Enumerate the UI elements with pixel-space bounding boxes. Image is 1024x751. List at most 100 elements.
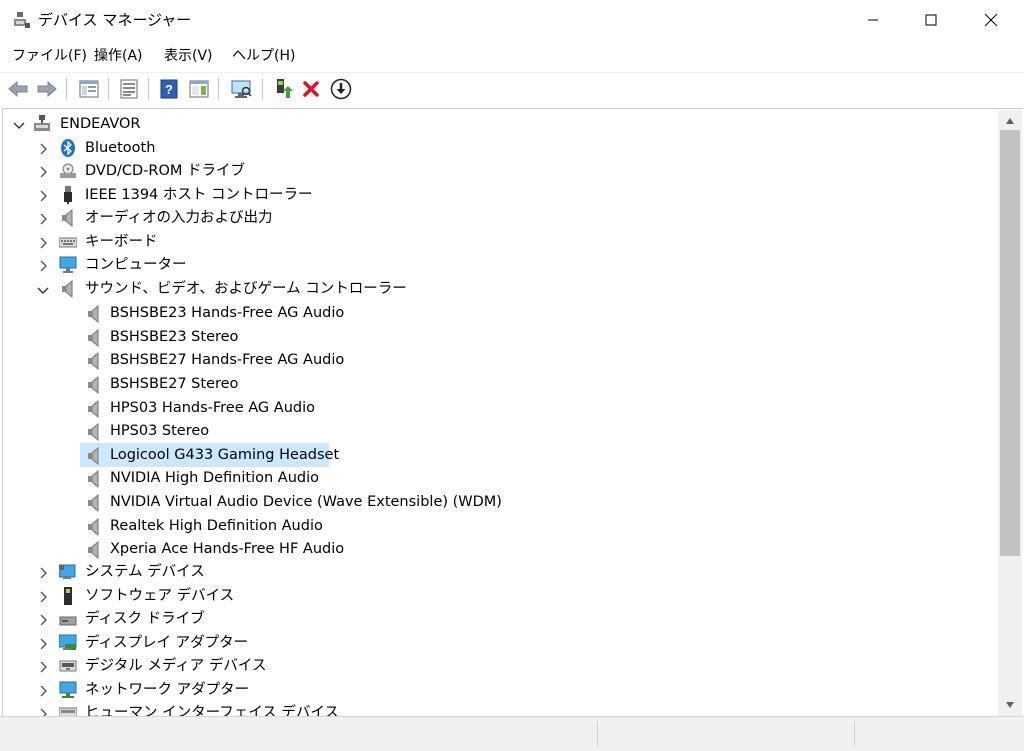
speaker-icon <box>88 494 99 512</box>
speaker-icon <box>62 280 73 298</box>
menu-action[interactable]: 操作(A) <box>94 46 143 66</box>
update-driver-button[interactable] <box>270 76 296 102</box>
bluetooth-icon <box>61 139 75 157</box>
category-label: コンピューター <box>85 257 187 273</box>
minimize-icon <box>868 19 878 21</box>
device-label: BSHSBE23 Hands-Free AG Audio <box>110 305 345 321</box>
chevron-right-icon[interactable] <box>37 143 49 155</box>
update-driver-icon <box>277 79 293 98</box>
scroll-up-icon <box>1006 118 1014 124</box>
category-label: デジタル メディア デバイス <box>85 658 267 674</box>
close-button[interactable] <box>968 0 1014 40</box>
device-label: Realtek High Definition Audio <box>110 518 323 534</box>
toolbar: ? <box>0 72 1024 105</box>
chevron-right-icon[interactable] <box>37 567 49 579</box>
category-label: ディスプレイ アダプター <box>85 635 249 651</box>
category-label: ネットワーク アダプター <box>85 682 250 698</box>
back-button[interactable] <box>5 76 31 102</box>
speaker-icon <box>88 352 99 370</box>
device-label: BSHSBE23 Stereo <box>110 329 239 345</box>
device-tree[interactable]: ENDEAVOR Bluetooth DVD/CD-ROM ドライブ IEEE … <box>2 108 1023 717</box>
chevron-right-icon[interactable] <box>37 614 49 626</box>
speaker-icon <box>88 470 99 488</box>
chevron-right-icon[interactable] <box>37 166 49 178</box>
speaker-icon <box>88 447 99 465</box>
title-bar[interactable]: デバイス マネージャー <box>0 0 1024 40</box>
chevron-right-icon[interactable] <box>37 661 49 673</box>
status-bar <box>0 716 1024 751</box>
download-install-button[interactable] <box>328 76 354 102</box>
speaker-icon <box>88 305 99 323</box>
chevron-right-icon[interactable] <box>37 190 49 202</box>
scroll-down-button[interactable] <box>1000 696 1020 714</box>
software-device-icon <box>64 587 72 605</box>
toolbar-separator <box>262 78 263 100</box>
properties-icon <box>120 79 138 99</box>
svg-text:?: ? <box>165 82 173 97</box>
chevron-right-icon[interactable] <box>37 213 49 225</box>
speaker-icon <box>88 400 99 418</box>
show-hide-console-tree-button[interactable] <box>76 76 102 102</box>
scrollbar-thumb[interactable] <box>1000 130 1020 556</box>
show-action-pane-icon <box>189 80 209 98</box>
chevron-down-icon[interactable] <box>13 119 25 131</box>
properties-button[interactable] <box>116 76 142 102</box>
category-label: オーディオの入力および出力 <box>85 210 273 226</box>
category-label: ヒューマン インターフェイス デバイス <box>85 705 339 717</box>
minimize-button[interactable] <box>850 0 896 40</box>
toolbar-separator <box>218 78 219 100</box>
category-label: サウンド、ビデオ、およびゲーム コントローラー <box>85 281 407 297</box>
forward-button[interactable] <box>34 76 60 102</box>
status-divider <box>597 721 598 747</box>
speaker-icon <box>88 423 99 441</box>
device-label: NVIDIA High Definition Audio <box>110 470 319 486</box>
scroll-up-button[interactable] <box>1000 112 1020 130</box>
speaker-icon <box>88 376 99 394</box>
close-icon <box>984 13 998 27</box>
system-devices-icon <box>59 564 76 579</box>
speaker-icon <box>88 518 99 536</box>
digital-media-icon <box>59 660 77 672</box>
category-label: システム デバイス <box>85 564 205 580</box>
status-divider <box>854 721 855 747</box>
device-label: BSHSBE27 Stereo <box>110 376 239 392</box>
category-label: IEEE 1394 ホスト コントローラー <box>85 187 313 203</box>
chevron-right-icon[interactable] <box>37 638 49 650</box>
menu-file[interactable]: ファイル(F) <box>12 46 87 66</box>
uninstall-device-button[interactable] <box>298 76 324 102</box>
download-install-icon <box>330 78 352 100</box>
chevron-down-icon[interactable] <box>37 284 49 296</box>
category-label: ソフトウェア デバイス <box>85 588 235 604</box>
help-button[interactable]: ? <box>156 76 182 102</box>
toolbar-separator <box>108 78 109 100</box>
device-label: HPS03 Stereo <box>110 423 210 439</box>
maximize-button[interactable] <box>908 0 954 40</box>
device-label: NVIDIA Virtual Audio Device (Wave Extens… <box>110 494 502 510</box>
show-action-pane-button[interactable] <box>186 76 212 102</box>
chevron-right-icon[interactable] <box>37 237 49 249</box>
chevron-right-icon[interactable] <box>37 591 49 603</box>
tree-root-label: ENDEAVOR <box>60 116 141 132</box>
category-label: キーボード <box>85 234 158 250</box>
device-label: Xperia Ace Hands-Free HF Audio <box>110 541 345 557</box>
network-adapter-icon <box>59 681 77 698</box>
computer-root-icon <box>34 115 50 131</box>
category-label: DVD/CD-ROM ドライブ <box>85 163 246 179</box>
help-icon: ? <box>160 79 178 99</box>
device-manager-window: デバイス マネージャー ファイル(F) 操作(A) 表示(V) ヘルプ(H) ?… <box>0 0 1024 751</box>
monitor-icon <box>59 256 77 273</box>
menu-view[interactable]: 表示(V) <box>164 46 213 66</box>
maximize-icon <box>925 14 937 26</box>
toolbar-separator <box>148 78 149 100</box>
speaker-icon <box>88 541 99 559</box>
menu-help[interactable]: ヘルプ(H) <box>232 46 295 66</box>
device-label: HPS03 Hands-Free AG Audio <box>110 400 315 416</box>
category-label: ディスク ドライブ <box>85 611 205 627</box>
chevron-right-icon[interactable] <box>37 685 49 697</box>
chevron-right-icon[interactable] <box>37 260 49 272</box>
window-title: デバイス マネージャー <box>38 11 192 29</box>
device-label: BSHSBE27 Hands-Free AG Audio <box>110 352 345 368</box>
usb-plug-icon <box>64 186 72 204</box>
device-label: Logicool G433 Gaming Headset <box>110 447 340 463</box>
scan-hardware-changes-button[interactable] <box>228 76 254 102</box>
